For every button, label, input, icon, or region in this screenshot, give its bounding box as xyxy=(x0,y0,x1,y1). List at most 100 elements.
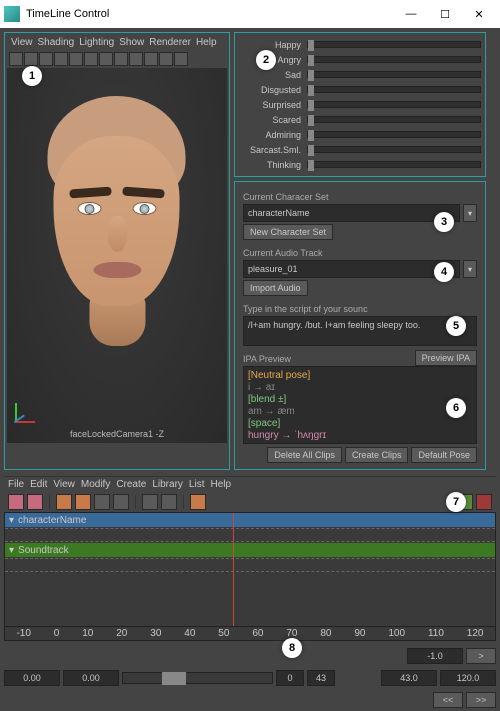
ruler-tick: 10 xyxy=(82,628,93,639)
script-textarea[interactable]: /I+am hungry. /but. I+am feeling sleepy … xyxy=(243,316,477,346)
trax-menu-list[interactable]: List xyxy=(189,479,205,490)
trax-menu-view[interactable]: View xyxy=(53,479,75,490)
play-button[interactable]: > xyxy=(466,648,496,664)
ipa-output[interactable]: [Neutral pose] i → aɪ [blend ±] am → æm … xyxy=(243,366,477,444)
charset-dropdown[interactable] xyxy=(463,204,477,222)
time-ruler[interactable]: -100102030405060708090100110120 xyxy=(4,627,496,641)
script-label: Type in the script of your sounc xyxy=(243,304,477,314)
trax-tool-icon[interactable] xyxy=(161,494,177,510)
ruler-tick: 40 xyxy=(184,628,195,639)
expression-slider[interactable] xyxy=(307,116,481,123)
trax-menu-create[interactable]: Create xyxy=(116,479,146,490)
transport-bar: << >> xyxy=(0,689,500,711)
trax-tool-icon[interactable] xyxy=(94,494,110,510)
trax-menu-modify[interactable]: Modify xyxy=(81,479,110,490)
minimize-button[interactable]: — xyxy=(394,0,428,28)
trax-toolbar xyxy=(4,492,496,512)
expression-slider[interactable] xyxy=(307,86,481,93)
vp-tool-icon[interactable] xyxy=(144,52,158,66)
expression-slider[interactable] xyxy=(307,71,481,78)
ruler-tick: 30 xyxy=(150,628,161,639)
new-charset-button[interactable]: New Character Set xyxy=(243,224,333,240)
range-e[interactable]: -1.0 xyxy=(407,648,463,664)
axis-gizmo-icon xyxy=(15,399,39,423)
trax-menubar: File Edit View Modify Create Library Lis… xyxy=(4,477,496,492)
expression-label: Happy xyxy=(239,40,307,50)
expression-slider[interactable] xyxy=(307,41,481,48)
import-audio-button[interactable]: Import Audio xyxy=(243,280,308,296)
vp-menu-shading[interactable]: Shading xyxy=(38,37,75,48)
vp-tool-icon[interactable] xyxy=(69,52,83,66)
trax-tool-icon[interactable] xyxy=(113,494,129,510)
audio-dropdown[interactable] xyxy=(463,260,477,278)
vp-tool-icon[interactable] xyxy=(129,52,143,66)
ipa-line: [blend ±] xyxy=(248,394,472,406)
trax-menu-help[interactable]: Help xyxy=(210,479,231,490)
expression-slider[interactable] xyxy=(307,161,481,168)
delete-clips-button[interactable]: Delete All Clips xyxy=(267,447,342,463)
track-lane[interactable] xyxy=(5,558,495,572)
trax-tool-icon[interactable] xyxy=(476,494,492,510)
trax-tool-icon[interactable] xyxy=(8,494,24,510)
maximize-button[interactable]: ☐ xyxy=(428,0,462,28)
rewind-button[interactable]: << xyxy=(433,692,463,708)
vp-tool-icon[interactable] xyxy=(84,52,98,66)
trax-menu-edit[interactable]: Edit xyxy=(30,479,47,490)
vp-menu-help[interactable]: Help xyxy=(196,37,217,48)
range-a[interactable]: 0.00 xyxy=(4,670,60,686)
audio-field[interactable]: pleasure_01 xyxy=(243,260,460,278)
trax-menu-file[interactable]: File xyxy=(8,479,24,490)
vp-menu-view[interactable]: View xyxy=(11,37,33,48)
vp-tool-icon[interactable] xyxy=(159,52,173,66)
range-b[interactable]: 0.00 xyxy=(63,670,119,686)
create-clips-button[interactable]: Create Clips xyxy=(345,447,409,463)
vp-tool-icon[interactable] xyxy=(99,52,113,66)
vp-tool-icon[interactable] xyxy=(54,52,68,66)
vp-menu-show[interactable]: Show xyxy=(119,37,144,48)
vp-tool-icon[interactable] xyxy=(24,52,38,66)
track-lane[interactable] xyxy=(5,528,495,542)
app-logo-icon xyxy=(4,6,20,22)
expression-slider[interactable] xyxy=(307,131,481,138)
preview-ipa-button[interactable]: Preview IPA xyxy=(415,350,477,366)
expression-slider[interactable] xyxy=(307,146,481,153)
expression-slider[interactable] xyxy=(307,101,481,108)
vp-menu-lighting[interactable]: Lighting xyxy=(79,37,114,48)
callout-1: 1 xyxy=(22,66,42,86)
expression-label: Surprised xyxy=(239,100,307,110)
trax-tool-icon[interactable] xyxy=(142,494,158,510)
ruler-tick: 100 xyxy=(388,628,405,639)
ipa-line: [Neutral pose] xyxy=(248,370,472,382)
expression-slider[interactable] xyxy=(307,56,481,63)
ipa-line: hungry → ˈhʌŋɡrɪ xyxy=(248,430,472,442)
vp-tool-icon[interactable] xyxy=(114,52,128,66)
charset-field[interactable]: characterName xyxy=(243,204,460,222)
playback-bar: -1.0 > xyxy=(0,645,500,667)
range-slider[interactable] xyxy=(122,672,273,684)
vp-tool-icon[interactable] xyxy=(174,52,188,66)
ipa-line: am → æm xyxy=(248,406,472,418)
trax-tool-icon[interactable] xyxy=(27,494,43,510)
default-pose-button[interactable]: Default Pose xyxy=(411,447,477,463)
viewport-panel: View Shading Lighting Show Renderer Help… xyxy=(4,32,230,470)
trax-tracks[interactable]: ▾characterName ▾Soundtrack xyxy=(4,512,496,627)
vp-tool-icon[interactable] xyxy=(39,52,53,66)
playhead[interactable] xyxy=(233,513,234,626)
callout-3: 3 xyxy=(434,212,454,232)
forward-button[interactable]: >> xyxy=(466,692,496,708)
vp-menu-renderer[interactable]: Renderer xyxy=(149,37,191,48)
titlebar: TimeLine Control — ☐ ✕ xyxy=(0,0,500,28)
vp-tool-icon[interactable] xyxy=(9,52,23,66)
trax-tool-icon[interactable] xyxy=(75,494,91,510)
trax-tool-icon[interactable] xyxy=(56,494,72,510)
range-f[interactable]: 43.0 xyxy=(381,670,437,686)
expression-label: Sad xyxy=(239,70,307,80)
trax-menu-library[interactable]: Library xyxy=(152,479,183,490)
viewport-render[interactable]: faceLockedCamera1 -Z xyxy=(7,68,227,443)
camera-label: faceLockedCamera1 -Z xyxy=(7,429,227,439)
close-button[interactable]: ✕ xyxy=(462,0,496,28)
range-bar: 0.00 0.00 0 43 43.0 120.0 xyxy=(0,667,500,689)
trax-tool-icon[interactable] xyxy=(190,494,206,510)
track-character: ▾characterName xyxy=(5,513,495,527)
range-g[interactable]: 120.0 xyxy=(440,670,496,686)
